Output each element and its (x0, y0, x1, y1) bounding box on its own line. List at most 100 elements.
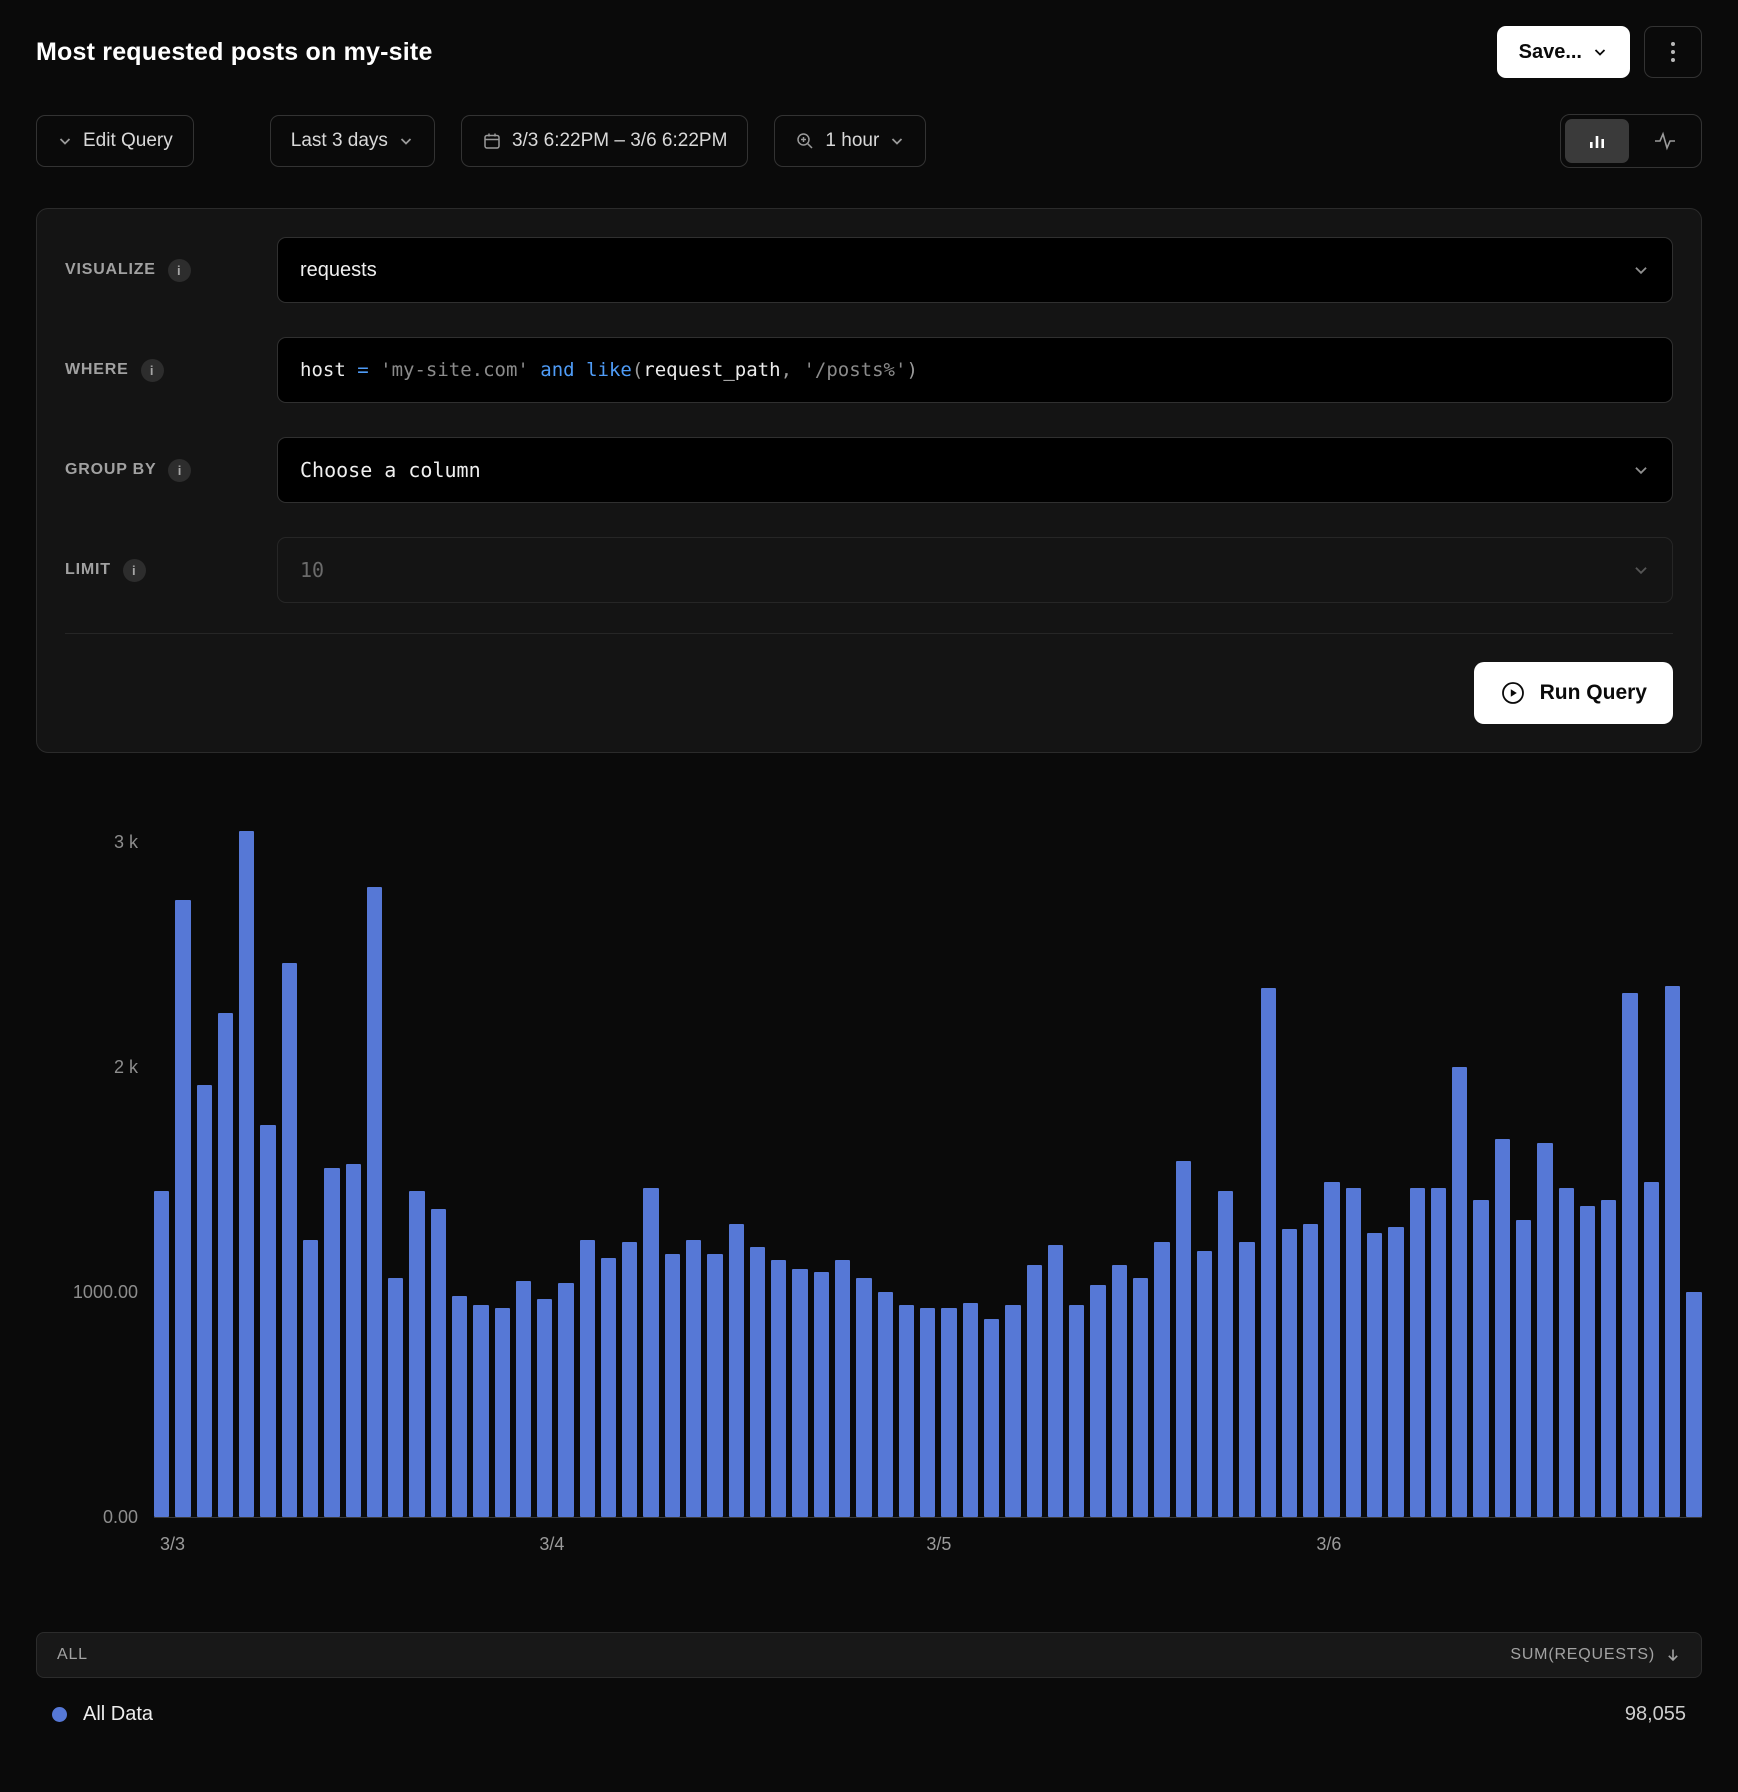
bar (1261, 988, 1276, 1517)
run-query-button[interactable]: Run Query (1474, 662, 1673, 724)
x-tick-label: 3/5 (926, 1534, 951, 1555)
bar (1644, 1182, 1659, 1517)
plot-area (154, 823, 1702, 1518)
bar (729, 1224, 744, 1517)
kebab-icon (1671, 42, 1675, 62)
bar (750, 1247, 765, 1517)
bar (1154, 1242, 1169, 1517)
page-title: Most requested posts on my-site (36, 38, 1497, 67)
bar (1452, 1067, 1467, 1517)
date-range-picker[interactable]: 3/3 6:22PM – 3/6 6:22PM (461, 115, 748, 167)
bar (1282, 1229, 1297, 1517)
bar (1112, 1265, 1127, 1517)
table-row[interactable]: All Data98,055 (36, 1688, 1702, 1740)
calendar-icon (482, 131, 502, 151)
bar (601, 1258, 616, 1517)
bar (622, 1242, 637, 1517)
play-circle-icon (1500, 680, 1526, 706)
where-expression: host = 'my-site.com' and like(request_pa… (300, 359, 918, 381)
results-table: ALL SUM(REQUESTS) All Data98,055 (36, 1632, 1702, 1740)
header: Most requested posts on my-site Save... (36, 24, 1702, 80)
y-tick-label: 0.00 (103, 1507, 138, 1528)
chart-type-toggle (1560, 114, 1702, 168)
where-row: WHERE i host = 'my-site.com' and like(re… (65, 337, 1673, 403)
results-table-header: ALL SUM(REQUESTS) (36, 1632, 1702, 1678)
info-icon[interactable]: i (141, 359, 164, 382)
granularity-label: 1 hour (825, 130, 879, 152)
query-panel: VISUALIZE i requests WHERE i host = 'my-… (36, 208, 1702, 753)
where-input[interactable]: host = 'my-site.com' and like(request_pa… (277, 337, 1673, 403)
run-query-label: Run Query (1540, 681, 1647, 705)
bar (941, 1308, 956, 1517)
bar (473, 1305, 488, 1517)
bar (282, 963, 297, 1517)
sum-requests-sort-control[interactable]: SUM(REQUESTS) (1510, 1646, 1681, 1664)
bar-chart-view-button[interactable] (1565, 119, 1629, 163)
edit-query-label: Edit Query (83, 130, 173, 152)
bar (963, 1303, 978, 1517)
bar (1580, 1206, 1595, 1517)
bar (686, 1240, 701, 1517)
chevron-down-icon (1632, 561, 1650, 579)
limit-row: LIMIT i 10 (65, 537, 1673, 603)
line-chart-view-button[interactable] (1633, 119, 1697, 163)
visualize-label-group: VISUALIZE i (65, 259, 277, 282)
x-axis: 3/33/43/53/6 (154, 1518, 1702, 1562)
range-preset-dropdown[interactable]: Last 3 days (270, 115, 435, 167)
date-range-label: 3/3 6:22PM – 3/6 6:22PM (512, 130, 727, 152)
info-icon[interactable]: i (168, 459, 191, 482)
info-icon[interactable]: i (123, 559, 146, 582)
info-icon[interactable]: i (168, 259, 191, 282)
y-tick-label: 1000.00 (73, 1282, 138, 1303)
bar (707, 1254, 722, 1517)
bar (154, 1191, 169, 1517)
chevron-down-icon (57, 133, 73, 149)
bar (856, 1278, 871, 1517)
results-table-body: All Data98,055 (36, 1688, 1702, 1740)
range-preset-label: Last 3 days (291, 130, 388, 152)
bar (239, 831, 254, 1517)
bar (324, 1168, 339, 1517)
limit-label: LIMIT (65, 561, 111, 579)
where-label: WHERE (65, 361, 129, 379)
bar (1665, 986, 1680, 1517)
group-by-select[interactable]: Choose a column (277, 437, 1673, 503)
bar (260, 1125, 275, 1517)
bar (1622, 993, 1637, 1517)
bar (303, 1240, 318, 1517)
series-color-dot (52, 1707, 67, 1722)
bar-chart-icon (1586, 130, 1608, 152)
visualize-select[interactable]: requests (277, 237, 1673, 303)
granularity-dropdown[interactable]: 1 hour (774, 115, 926, 167)
edit-query-toggle[interactable]: Edit Query (36, 115, 194, 167)
bar (537, 1299, 552, 1517)
bar (1090, 1285, 1105, 1517)
run-query-row: Run Query (65, 662, 1673, 724)
bar (1133, 1278, 1148, 1517)
bar (1346, 1188, 1361, 1517)
bar (1239, 1242, 1254, 1517)
arrow-down-icon (1665, 1647, 1681, 1663)
bar (452, 1296, 467, 1517)
bar (1495, 1139, 1510, 1517)
chevron-down-icon (1632, 261, 1650, 279)
bar (495, 1308, 510, 1517)
bar (1431, 1188, 1446, 1517)
bar (1601, 1200, 1616, 1517)
bar (1048, 1245, 1063, 1517)
series-total: 98,055 (1625, 1703, 1686, 1726)
save-button[interactable]: Save... (1497, 26, 1630, 78)
bar (1537, 1143, 1552, 1517)
toolbar: Edit Query Last 3 days 3/3 6:22PM – 3/6 … (36, 114, 1702, 168)
bar (899, 1305, 914, 1517)
bar (835, 1260, 850, 1517)
requests-bar-chart: 0.001000.002 k3 k (36, 823, 1702, 1518)
bar (367, 887, 382, 1517)
limit-select[interactable]: 10 (277, 537, 1673, 603)
bar (558, 1283, 573, 1517)
bar-series (154, 823, 1702, 1517)
y-axis: 0.001000.002 k3 k (36, 823, 154, 1518)
group-by-placeholder: Choose a column (300, 458, 481, 482)
bar (1473, 1200, 1488, 1517)
more-options-button[interactable] (1644, 26, 1702, 78)
